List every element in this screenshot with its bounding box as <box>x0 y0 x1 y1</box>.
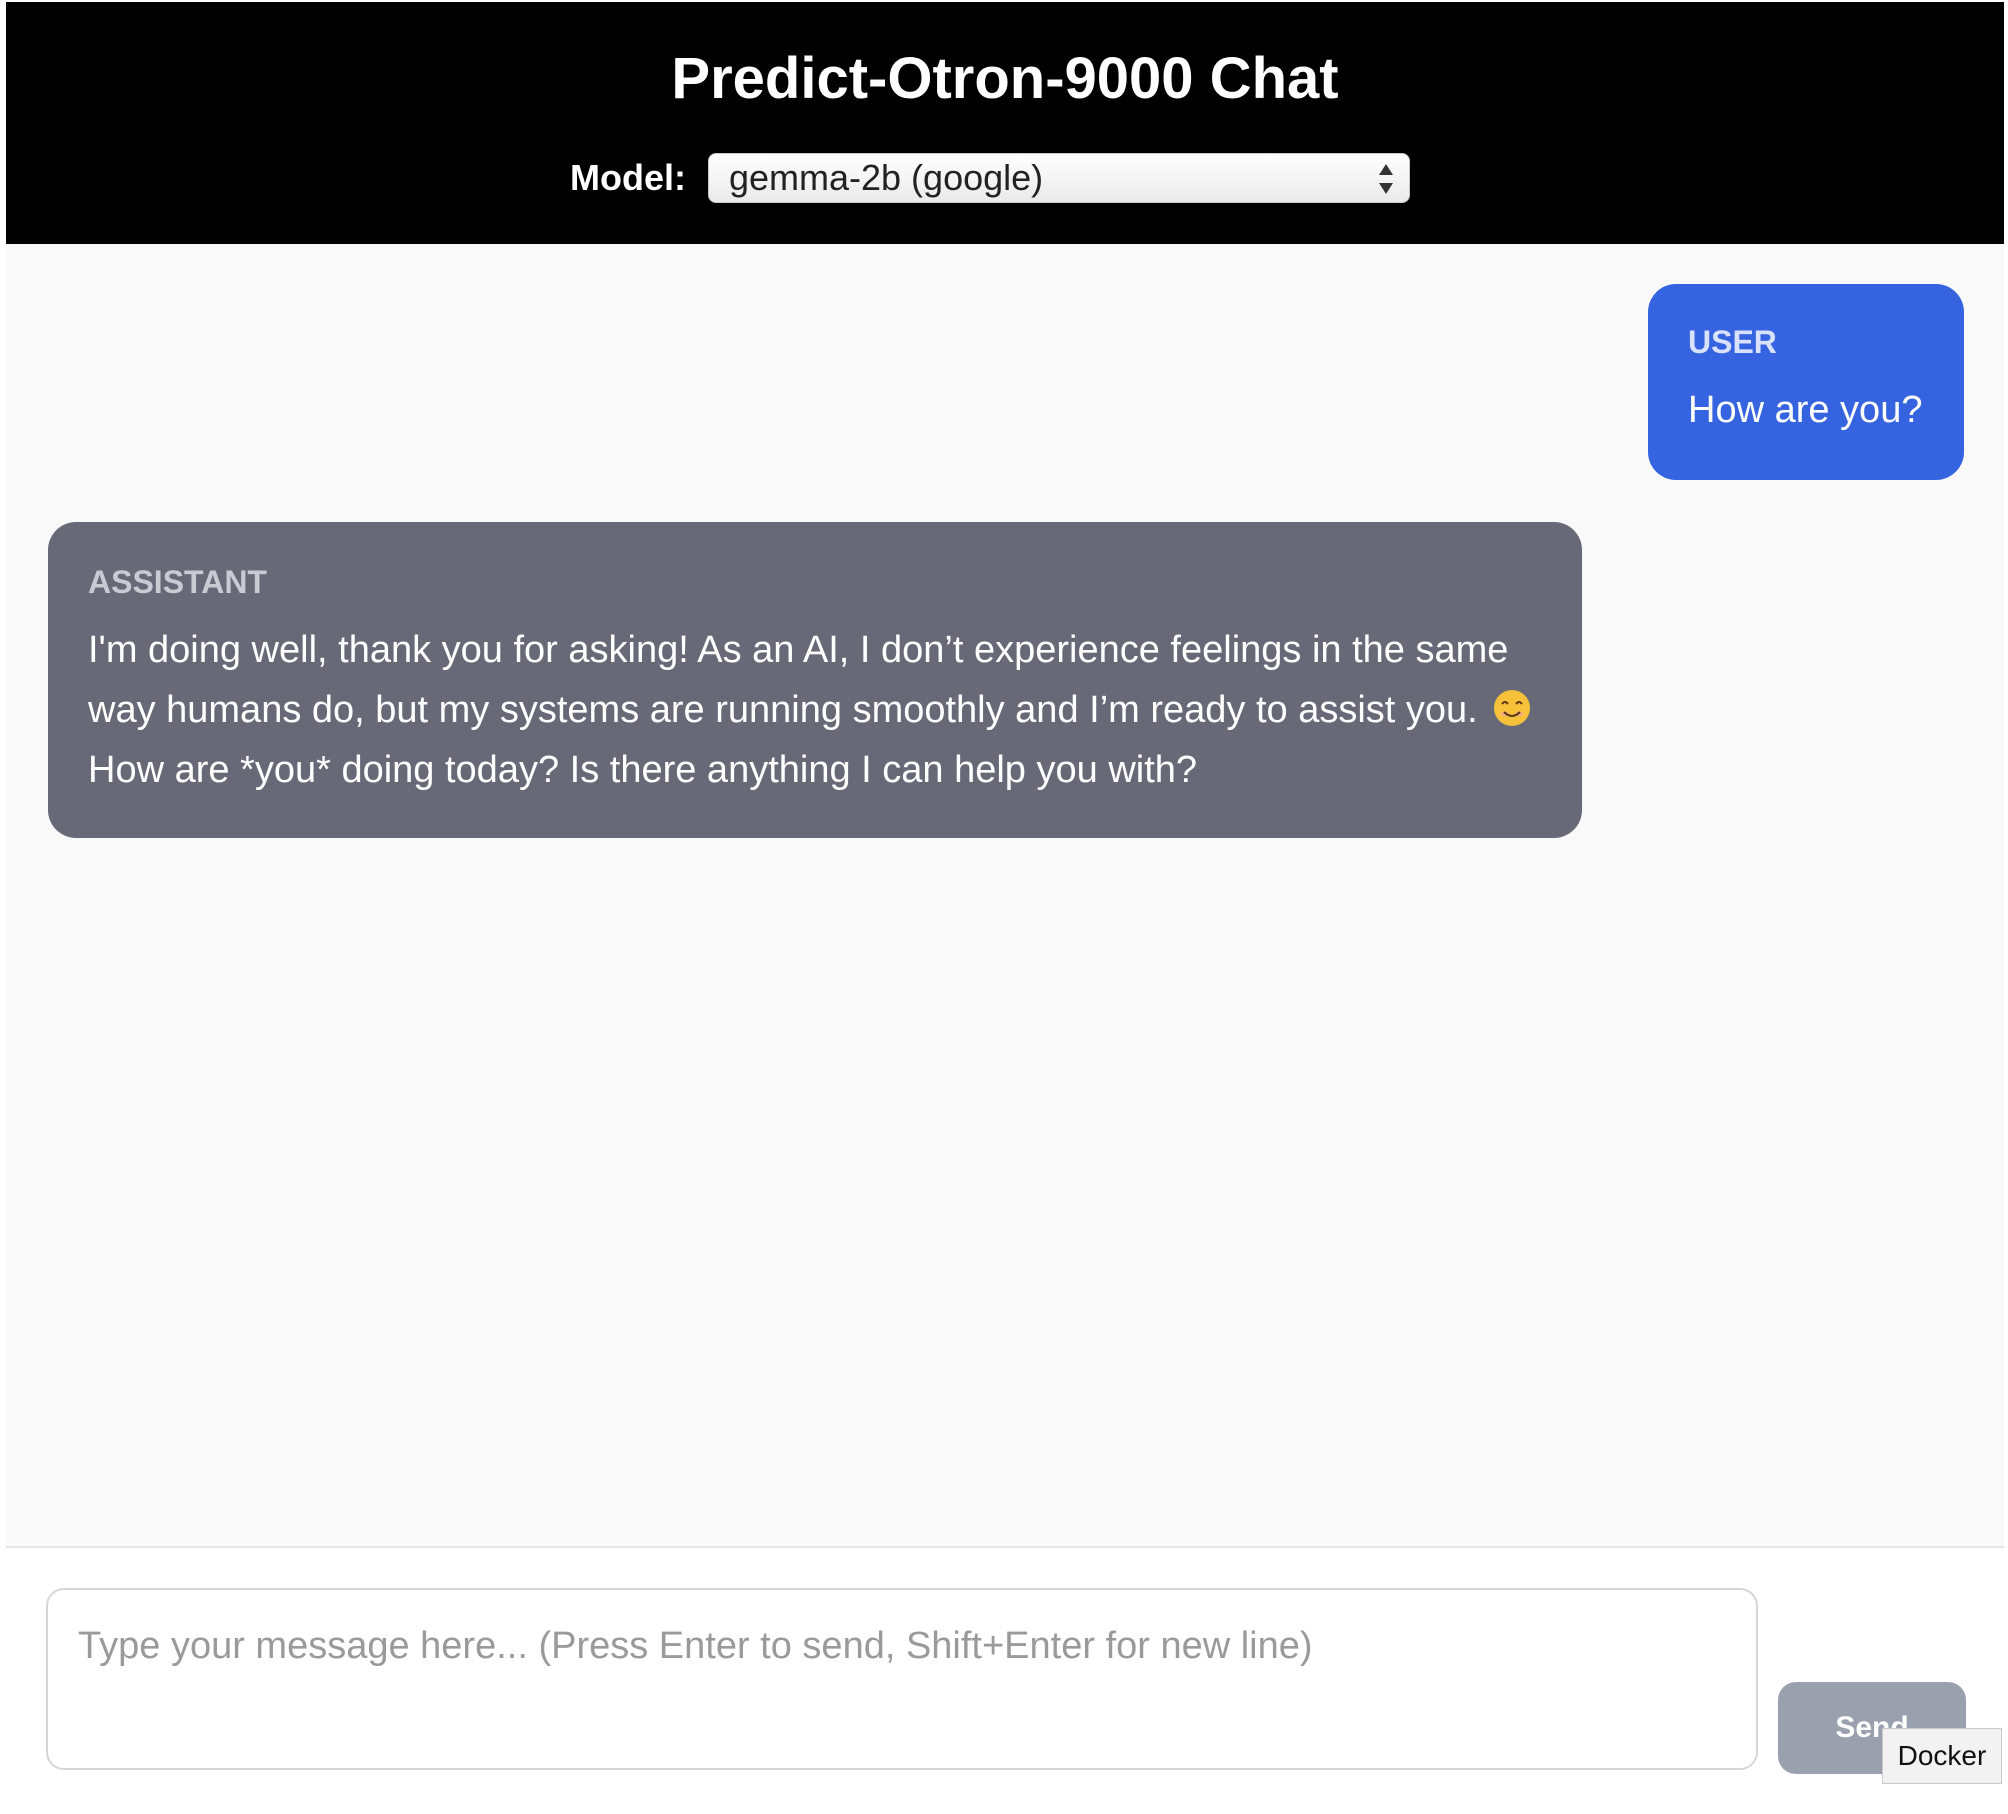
select-arrows-icon <box>1378 164 1393 194</box>
page-title: Predict-Otron-9000 Chat <box>671 46 1339 111</box>
composer-bar: Send <box>6 1546 2004 1812</box>
message-text-part2: How are *you* doing today? Is there anyt… <box>88 749 1198 791</box>
model-select[interactable]: gemma-2b (google) <box>707 153 1410 203</box>
chat-messages: USER How are you? ASSISTANT I'm doing we… <box>6 244 2004 1548</box>
message-text-part1: I'm doing well, thank you for asking! As… <box>88 629 1509 731</box>
user-message-bubble: USER How are you? <box>1648 284 1964 480</box>
assistant-message-bubble: ASSISTANT I'm doing well, thank you for … <box>48 522 1582 838</box>
model-selector-row: Model: gemma-2b (google) <box>6 152 2004 204</box>
smiling-face-icon <box>1494 690 1531 726</box>
message-text: I'm doing well, thank you for asking! As… <box>88 620 1542 800</box>
message-text: How are you? <box>1688 389 1923 431</box>
message-role-label: USER <box>1688 324 1777 360</box>
docker-tooltip: Docker <box>1882 1728 2002 1784</box>
model-label: Model: <box>570 157 686 198</box>
message-input[interactable] <box>46 1588 1758 1770</box>
message-role-label: ASSISTANT <box>88 564 267 600</box>
model-select-value: gemma-2b (google) <box>728 157 1044 198</box>
app-window: Predict-Otron-9000 Chat Model: gemma-2b … <box>6 2 2004 1812</box>
app-header: Predict-Otron-9000 Chat Model: gemma-2b … <box>6 2 2004 244</box>
